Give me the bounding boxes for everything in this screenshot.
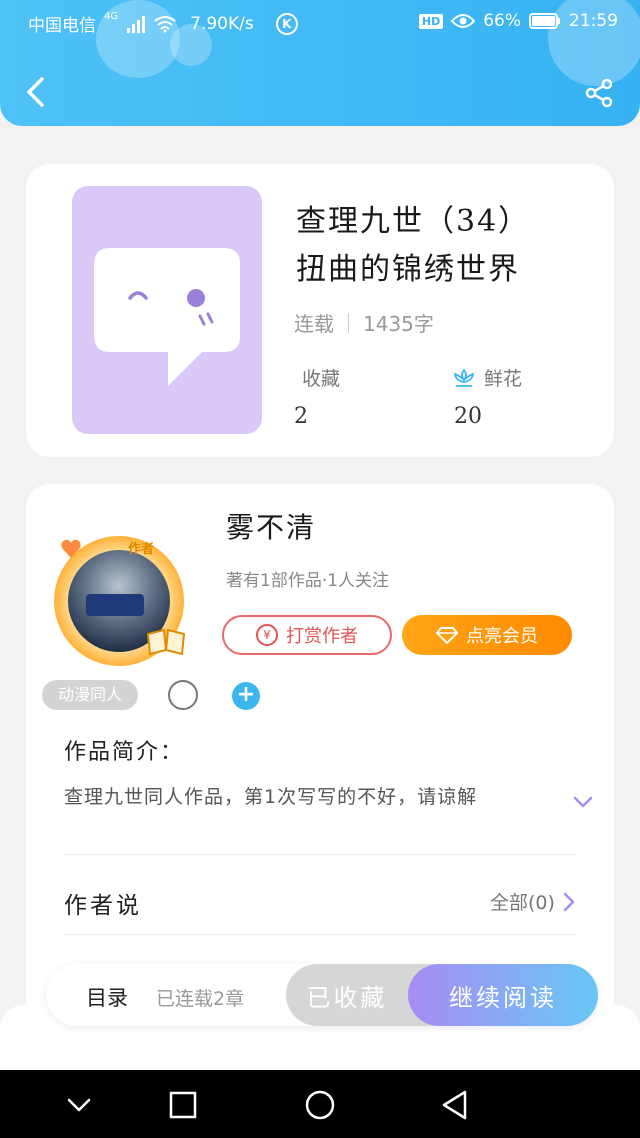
clock: 21:59 [569, 11, 618, 31]
flowers-count: 20 [454, 404, 482, 429]
signal-icon [127, 15, 146, 33]
author-card: 作者 雾不清 著有1部作品·1人关注 ¥ 打赏作者 点亮会员 动漫同人 + 作品… [26, 484, 614, 1044]
net-speed: 7.90K/s [190, 13, 254, 34]
hd-badge: HD [418, 13, 444, 29]
favorites-label: 收藏 [302, 364, 340, 391]
recents-icon[interactable] [166, 1088, 200, 1122]
book-info-card: 查理九世（34） 扭曲的锦绣世界 连载 1435字 收藏 2 鲜花 20 [26, 164, 614, 457]
all-label: 全部(0) [490, 892, 555, 914]
wifi-icon [154, 15, 176, 32]
intro-title: 作品简介： [64, 740, 185, 765]
diamond-icon [436, 627, 458, 644]
chevron-down-icon[interactable] [572, 794, 594, 810]
word-count: 1435字 [363, 312, 434, 336]
circle-icon[interactable] [168, 680, 198, 710]
k-icon: K [275, 12, 298, 35]
read-label: 继续阅读 [449, 983, 557, 1012]
author-say-title: 作者说 [64, 893, 142, 919]
book-meta: 连载 1435字 [294, 308, 434, 337]
flowers-label-text: 鲜花 [484, 368, 523, 390]
vip-label: 点亮会员 [466, 626, 538, 647]
collected-label: 已收藏 [306, 983, 388, 1012]
chevron-left-icon[interactable] [22, 76, 50, 108]
chat-bubble-icon [94, 248, 240, 386]
vip-button[interactable]: 点亮会员 [402, 615, 572, 655]
reward-label: 打赏作者 [286, 626, 358, 647]
network-label: 4G [104, 11, 119, 22]
chevron-right-icon [563, 892, 575, 911]
book-title-line2: 扭曲的锦绣世界 [296, 252, 520, 287]
meta-divider [348, 312, 349, 333]
battery-icon [529, 13, 560, 29]
toc-status[interactable]: 已连载2章 [156, 984, 244, 1011]
author-say-all-link[interactable]: 全部(0) [490, 888, 575, 915]
chevron-down-icon[interactable] [62, 1088, 96, 1122]
heart-icon [61, 539, 81, 558]
serial-status: 连载 [294, 312, 334, 336]
top-header: 中国电信 4G 7.90K/s K HD 66% 21:59 [0, 0, 640, 126]
continue-reading-button[interactable]: 继续阅读 [408, 964, 598, 1026]
status-bar: 中国电信 4G 7.90K/s K HD 66% 21:59 [0, 0, 640, 44]
add-tag-button[interactable]: + [232, 682, 260, 710]
bottom-action-bar: 目录 已连载2章 已收藏 继续阅读 [46, 964, 598, 1026]
author-name[interactable]: 雾不清 [226, 506, 316, 546]
author-stats: 著有1部作品·1人关注 [226, 571, 390, 591]
flower-icon [453, 368, 475, 387]
back-triangle-icon[interactable] [438, 1088, 472, 1122]
reward-author-button[interactable]: ¥ 打赏作者 [222, 615, 392, 655]
favorites-count: 2 [294, 404, 308, 429]
intro-text: 查理九世同人作品，第1次写写的不好，请谅解 [64, 786, 478, 808]
battery-percent: 66% [483, 11, 521, 31]
divider [64, 934, 576, 935]
yen-icon: ¥ [256, 624, 278, 646]
system-nav-bar [0, 1070, 640, 1138]
book-cover[interactable] [72, 186, 262, 434]
toc-button[interactable]: 目录 [86, 982, 128, 1012]
author-avatar[interactable]: 作者 [54, 536, 186, 666]
author-badge: 作者 [128, 542, 155, 557]
divider [64, 854, 576, 855]
share-icon[interactable] [584, 78, 614, 108]
book-title: 查理九世（34） 扭曲的锦绣世界 [296, 198, 596, 294]
category-tag[interactable]: 动漫同人 [42, 680, 139, 710]
avatar-detail [86, 594, 144, 616]
eye-icon [451, 14, 476, 28]
favorites-label-text: 收藏 [302, 368, 341, 390]
home-icon[interactable] [303, 1088, 337, 1122]
book-title-line1: 查理九世（34） [296, 204, 531, 239]
book-icon [146, 628, 186, 656]
flowers-label[interactable]: 鲜花 [452, 364, 522, 391]
carrier-label: 中国电信 [28, 16, 96, 36]
